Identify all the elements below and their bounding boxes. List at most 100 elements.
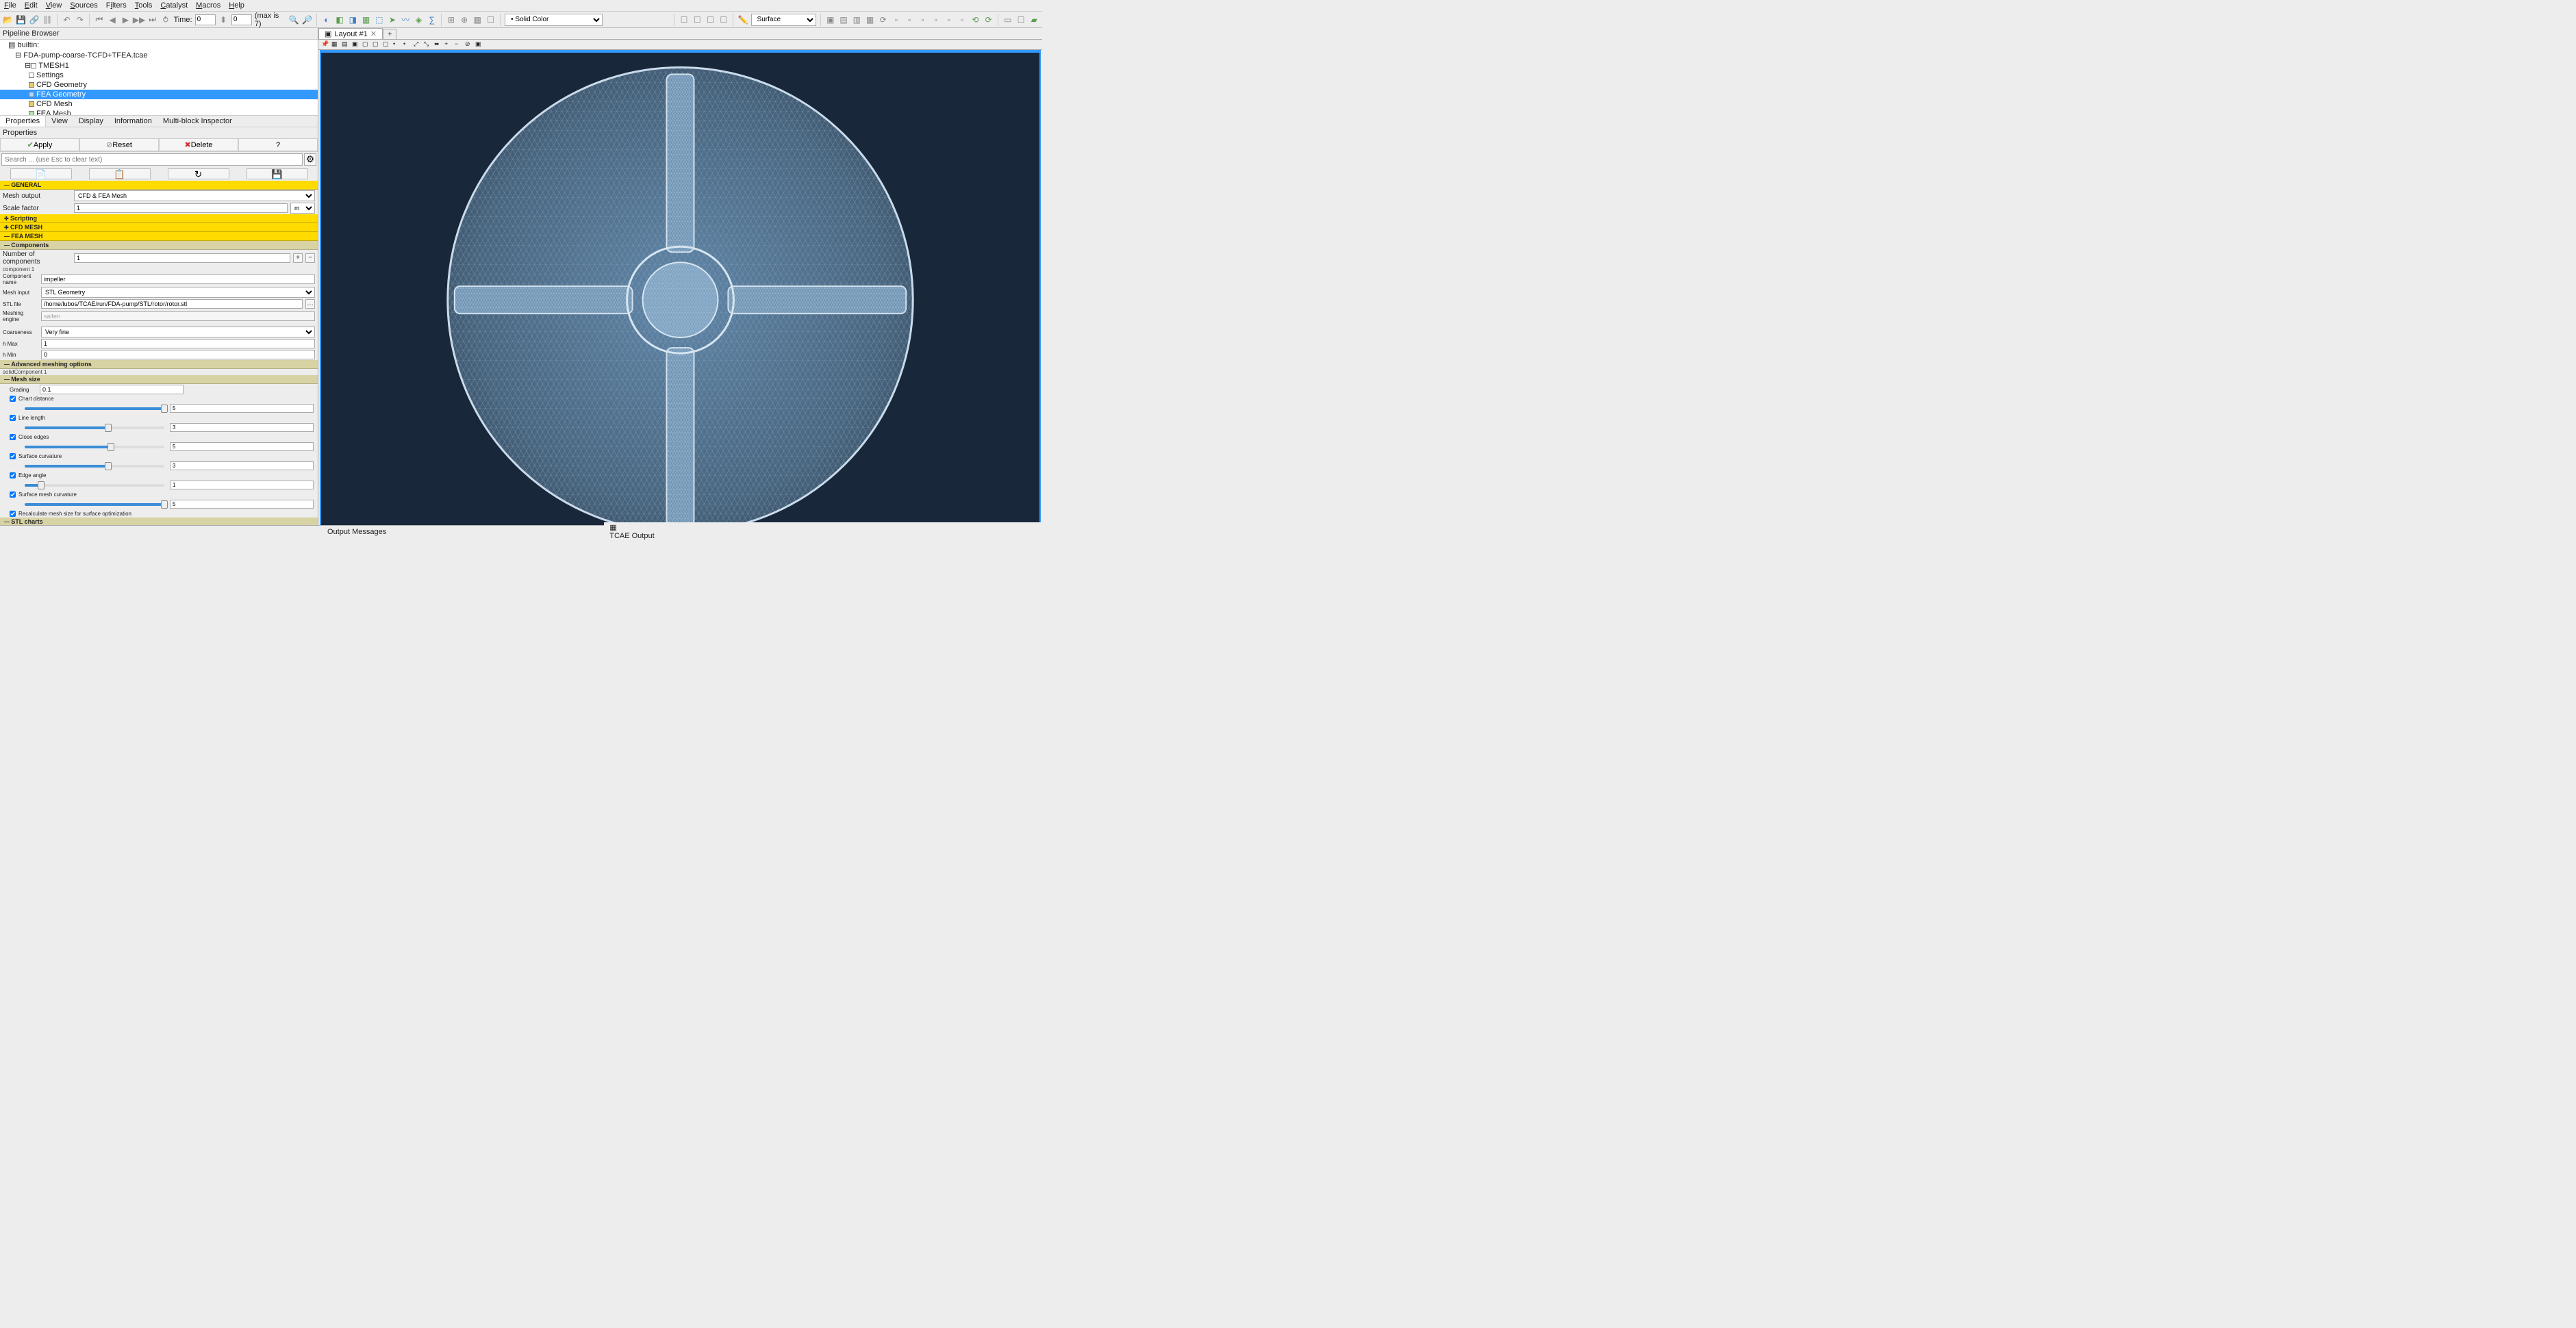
menu-file[interactable]: File [4, 1, 16, 10]
pipeline-tree[interactable]: ▤ builtin: ⊟ FDA-pump-coarse-TCFD+TFEA.t… [0, 40, 318, 115]
center-icon[interactable]: ⊕ [459, 14, 470, 25]
coarse-select[interactable]: Very fine [41, 327, 315, 337]
grading-input[interactable] [40, 385, 184, 394]
line-len-input[interactable] [170, 423, 314, 432]
view-int2-icon[interactable]: ⤡ [424, 40, 432, 49]
status-tcae[interactable]: ▦ TCAE Output [604, 522, 1042, 541]
hmax-input[interactable] [41, 339, 315, 348]
stl-browse-button[interactable]: … [305, 299, 315, 309]
view-sel4-icon[interactable]: ▢ [383, 40, 391, 49]
pipeline-tmesh[interactable]: ⊟TMESH1 [0, 60, 318, 71]
section-components[interactable]: Components [0, 241, 318, 250]
pipeline-fea-mesh[interactable]: FEA Mesh [0, 109, 318, 115]
wire-icon[interactable]: ☐ [485, 14, 496, 25]
save-icon[interactable]: 💾 [16, 14, 26, 25]
tab-view[interactable]: View [46, 116, 73, 127]
view-sel3-icon[interactable]: ▢ [372, 40, 381, 49]
connect-icon[interactable]: 🔗 [29, 14, 39, 25]
surf-curv-check[interactable] [10, 453, 16, 459]
y-view-icon[interactable]: ☐ [692, 14, 703, 25]
menu-catalyst[interactable]: Catalyst [160, 1, 188, 10]
section-stlcharts[interactable]: STL charts [0, 518, 318, 525]
comp-name-input[interactable] [41, 274, 315, 284]
color-array-select[interactable]: • Solid Color [505, 14, 603, 26]
save-button[interactable]: 💾 [247, 168, 308, 179]
threshold-icon[interactable]: ▦ [361, 14, 371, 25]
menu-filters[interactable]: Filters [106, 1, 127, 10]
z-view-icon[interactable]: ☐ [705, 14, 716, 25]
view-pt2-icon[interactable]: • [403, 40, 412, 49]
layout-tab-add[interactable]: + [383, 29, 396, 39]
layout-tab-1[interactable]: ▣ Layout #1 ✕ [318, 28, 383, 39]
render-viewport[interactable] [320, 50, 1041, 525]
cam2-icon[interactable]: ▤ [838, 14, 848, 25]
time-index-input[interactable] [231, 14, 252, 25]
edge-angle-check[interactable] [10, 472, 16, 478]
status-output-msgs[interactable]: Output Messages [322, 527, 392, 537]
menu-sources[interactable]: Sources [70, 1, 97, 10]
time-spin-icon[interactable]: ⬍ [218, 14, 229, 25]
section-fea-mesh[interactable]: FEA MESH [0, 232, 318, 241]
view-cam-icon[interactable]: ▦ [331, 40, 340, 49]
apply-button[interactable]: ✔Apply [0, 138, 79, 151]
stl-file-input[interactable] [41, 299, 303, 309]
redo-icon[interactable]: ↷ [75, 14, 85, 25]
flag-icon[interactable]: ▰ [1029, 14, 1039, 25]
slice-icon[interactable]: ◨ [348, 14, 358, 25]
view-sel-icon[interactable]: ▣ [352, 40, 360, 49]
cam8-icon[interactable]: ▫ [931, 14, 941, 25]
menu-edit[interactable]: Edit [25, 1, 38, 10]
edge-angle-slider[interactable] [25, 484, 164, 487]
close-edges-input[interactable] [170, 442, 314, 451]
cam9-icon[interactable]: ▫ [944, 14, 954, 25]
view-snap-icon[interactable]: ▤ [342, 40, 350, 49]
extract-icon[interactable]: ⬚ [374, 14, 384, 25]
property-search-input[interactable] [1, 153, 303, 166]
close-edges-slider[interactable] [25, 446, 164, 448]
recalc-check[interactable] [10, 511, 16, 517]
chart-dist-check[interactable] [10, 396, 16, 402]
view-add-icon[interactable]: + [444, 40, 453, 49]
edge-angle-input[interactable] [170, 481, 314, 489]
pencil-icon[interactable]: ✏️ [737, 14, 748, 25]
camera-icon[interactable]: ▣ [825, 14, 835, 25]
vcr-loop-icon[interactable]: ⥁ [160, 14, 171, 25]
open-icon[interactable]: 📂 [3, 14, 13, 25]
disconnect-icon[interactable]: ⛓ [42, 14, 53, 25]
view-int-icon[interactable]: ⤢ [414, 40, 422, 49]
mesh-output-select[interactable]: CFD & FEA Mesh [74, 190, 315, 201]
vcr-first-icon[interactable]: ⏮ [94, 14, 104, 25]
mesh-input-select[interactable]: STL Geometry [41, 287, 315, 298]
vcr-last-icon[interactable]: ⏭ [147, 14, 157, 25]
view-grow-icon[interactable]: ▣ [475, 40, 483, 49]
axis-icon[interactable]: ⊞ [446, 14, 456, 25]
search-gear-button[interactable]: ⚙ [304, 153, 316, 166]
hmin-input[interactable] [41, 350, 315, 359]
surf-mesh-curv-slider[interactable] [25, 503, 164, 506]
pipeline-fea-geom[interactable]: FEA Geometry [0, 90, 318, 99]
section-meshsize[interactable]: Mesh size [0, 375, 318, 384]
line-len-slider[interactable] [25, 426, 164, 429]
cam3-icon[interactable]: ▥ [852, 14, 862, 25]
cam4-icon[interactable]: ▦ [865, 14, 875, 25]
view-sel2-icon[interactable]: ▢ [362, 40, 370, 49]
menu-tools[interactable]: Tools [135, 1, 153, 10]
zoom-fit-icon[interactable]: 🔎 [302, 14, 312, 25]
chart-dist-slider[interactable] [25, 407, 164, 410]
clip-icon[interactable]: ◧ [334, 14, 344, 25]
view-pin-icon[interactable]: 📌 [321, 40, 329, 49]
section-scripting[interactable]: Scripting [0, 214, 318, 223]
section-general[interactable]: GENERAL [0, 181, 318, 190]
rot90-icon[interactable]: ⟲ [970, 14, 981, 25]
vcr-next-icon[interactable]: ▶▶ [134, 14, 144, 25]
restore-button[interactable]: ↻ [168, 168, 229, 179]
x-view-icon[interactable]: ☐ [679, 14, 689, 25]
surf-mesh-curv-check[interactable] [10, 491, 16, 498]
grid-icon[interactable]: ▦ [472, 14, 483, 25]
iso-view-icon[interactable]: ☐ [718, 14, 729, 25]
calc-icon[interactable]: ∑ [427, 14, 437, 25]
close-edges-check[interactable] [10, 434, 16, 440]
tab-mbi[interactable]: Multi-block Inspector [157, 116, 238, 127]
scale-factor-input[interactable] [74, 203, 288, 213]
delete-button[interactable]: ✖Delete [159, 138, 238, 151]
